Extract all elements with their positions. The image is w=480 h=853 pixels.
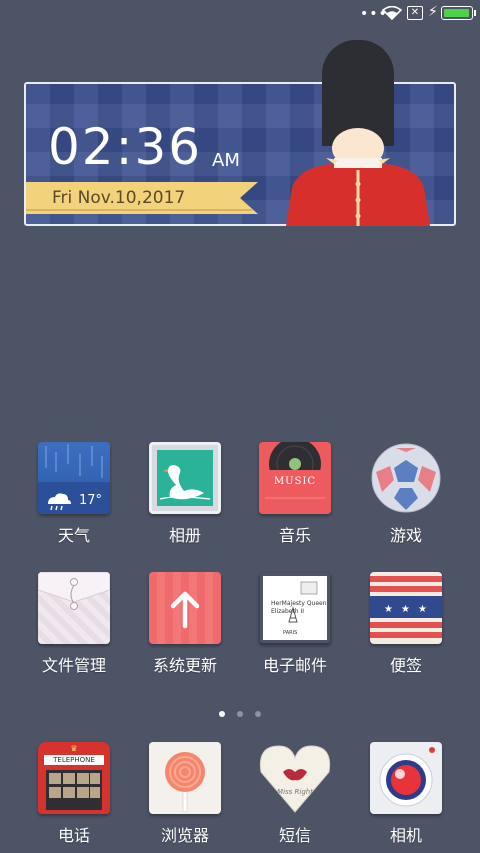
weather-temp: 17° <box>78 493 102 508</box>
status-bar: ••• ✕ ⚡ <box>0 0 480 28</box>
app-notes[interactable]: ★ ★ ★ 便签 <box>356 572 456 676</box>
svg-text:★: ★ <box>384 604 393 615</box>
camera-icon <box>370 742 442 814</box>
email-text-3: PARIS <box>283 630 298 636</box>
envelope-file-icon <box>38 572 110 644</box>
telephone-text: TELEPHONE <box>53 756 95 764</box>
app-label: 电话 <box>57 826 90 845</box>
app-system-update[interactable]: 系统更新 <box>135 572 235 676</box>
app-messages[interactable]: Miss Right 短信 <box>245 742 345 846</box>
clock-time: 02:36 <box>48 118 203 176</box>
app-label: 相册 <box>168 526 201 545</box>
messages-text: Miss Right <box>277 788 313 796</box>
up-arrow-icon <box>149 572 221 644</box>
app-camera[interactable]: 相机 <box>356 742 456 846</box>
lollipop-icon <box>149 742 221 814</box>
app-label: 浏览器 <box>160 826 209 845</box>
wifi-icon <box>381 5 403 24</box>
page-dot[interactable] <box>255 711 261 717</box>
app-label: 系统更新 <box>152 656 217 675</box>
app-weather[interactable]: 17° 天气 <box>24 442 124 546</box>
svg-text:★: ★ <box>401 604 410 615</box>
vinyl-music-icon: MUSIC <box>259 442 331 514</box>
battery-icon <box>441 6 476 20</box>
soccer-ball-icon <box>370 442 442 514</box>
date-ribbon: Fri Nov.10,2017 <box>26 182 258 214</box>
app-label: 天气 <box>57 526 90 545</box>
clock-widget[interactable]: 02:36 AM Fri Nov.10,2017 <box>24 40 456 226</box>
app-music[interactable]: MUSIC 音乐 <box>245 442 345 546</box>
swan-gallery-icon <box>149 442 221 514</box>
charging-icon: ⚡ <box>428 4 438 20</box>
app-gallery[interactable]: 相册 <box>135 442 235 546</box>
app-label: 相机 <box>389 826 422 845</box>
app-browser[interactable]: 浏览器 <box>135 742 235 846</box>
app-phone[interactable]: ♛ TELEPHONE 电话 <box>24 742 124 846</box>
app-label: 短信 <box>278 826 311 845</box>
app-label: 游戏 <box>389 526 422 545</box>
music-text: MUSIC <box>273 476 317 487</box>
royal-guard-illustration <box>278 38 438 226</box>
clock-date: Fri Nov.10,2017 <box>52 188 186 208</box>
app-games[interactable]: 游戏 <box>356 442 456 546</box>
svg-text:♛: ♛ <box>70 744 77 753</box>
weather-icon: 17° <box>38 442 110 514</box>
app-label: 便签 <box>389 656 422 675</box>
svg-text:★: ★ <box>418 604 427 615</box>
app-label: 电子邮件 <box>262 656 327 675</box>
clock-ampm: AM <box>212 150 240 171</box>
lips-envelope-icon: Miss Right <box>259 742 331 814</box>
app-label: 音乐 <box>278 526 311 545</box>
app-file-manager[interactable]: 文件管理 <box>24 572 124 676</box>
page-dot[interactable] <box>237 711 243 717</box>
email-text-2: Elizabeth II <box>271 608 305 615</box>
email-text-1: HerMajesty Queen <box>271 600 327 607</box>
app-label: 文件管理 <box>41 656 106 675</box>
airmail-letter-icon: HerMajesty Queen Elizabeth II PARIS <box>259 572 331 644</box>
page-dot[interactable] <box>219 711 225 717</box>
telephone-booth-icon: ♛ TELEPHONE <box>38 742 110 814</box>
page-indicator <box>0 702 480 721</box>
app-email[interactable]: HerMajesty Queen Elizabeth II PARIS 电子邮件 <box>245 572 345 676</box>
no-sim-icon: ✕ <box>407 6 423 20</box>
stars-stripes-note-icon: ★ ★ ★ <box>370 572 442 644</box>
